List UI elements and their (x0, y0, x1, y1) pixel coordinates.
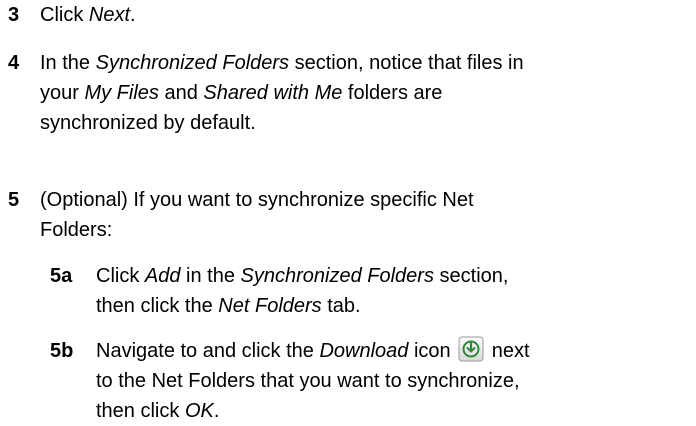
text-run: and (158, 82, 204, 104)
download-icon (458, 336, 484, 362)
ui-term-synchronized-folders: Synchronized Folders (95, 52, 290, 74)
text-run: then click (96, 400, 185, 422)
text-run: icon (408, 340, 451, 362)
text-run: Click (40, 4, 89, 26)
step-text: Navigate to and click the Download icon … (96, 336, 690, 426)
text-run: folders are (342, 82, 443, 104)
text-run: Folders: (40, 219, 113, 241)
step-5: 5 (Optional) If you want to synchronize … (8, 185, 688, 245)
text-run: your (40, 82, 85, 104)
step-number: 5 (8, 189, 20, 211)
step-number: 5a (50, 265, 73, 287)
text-run: . (130, 4, 136, 26)
text-run: section, (433, 265, 509, 287)
text-run: synchronized by default. (40, 112, 256, 134)
ui-term-ok: OK (184, 400, 214, 422)
ui-term-my-files: My Files (84, 82, 159, 104)
ui-term-add: Add (144, 265, 181, 287)
step-text: Click Add in the Synchronized Folders se… (96, 261, 690, 321)
text-run: In the (40, 52, 96, 74)
text-run: next (486, 340, 530, 362)
step-number: 5b (50, 340, 74, 362)
text-run: Navigate to and click the (96, 340, 320, 362)
step-text: In the Synchronized Folders section, not… (40, 48, 688, 138)
text-run: . (213, 400, 220, 422)
step-number: 4 (8, 52, 20, 74)
step-text: Click Next. (40, 0, 688, 30)
text-run: to the Net Folders that you want to sync… (96, 370, 520, 392)
ui-term-synchronized-folders: Synchronized Folders (240, 265, 434, 287)
ui-term-net-folders: Net Folders (218, 295, 322, 317)
text-run: section, notice that files in (289, 52, 524, 74)
step-4: 4 In the Synchronized Folders section, n… (8, 48, 688, 138)
step-5a: 5a Click Add in the Synchronized Folders… (50, 261, 690, 321)
text-run: (Optional) If you want to synchronize sp… (40, 189, 474, 211)
ui-term-shared-with-me: Shared with Me (203, 82, 343, 104)
step-text: (Optional) If you want to synchronize sp… (40, 185, 688, 245)
ui-term-download: Download (319, 340, 409, 362)
ui-term-next: Next (88, 4, 131, 26)
step-5b: 5b Navigate to and click the Download ic… (50, 336, 690, 426)
text-run: then click the (96, 295, 219, 317)
step-number: 3 (8, 4, 20, 26)
text-run: in the (180, 265, 241, 287)
text-run: tab. (321, 295, 361, 317)
step-3: 3 Click Next. (8, 0, 688, 30)
text-run: Click (96, 265, 145, 287)
